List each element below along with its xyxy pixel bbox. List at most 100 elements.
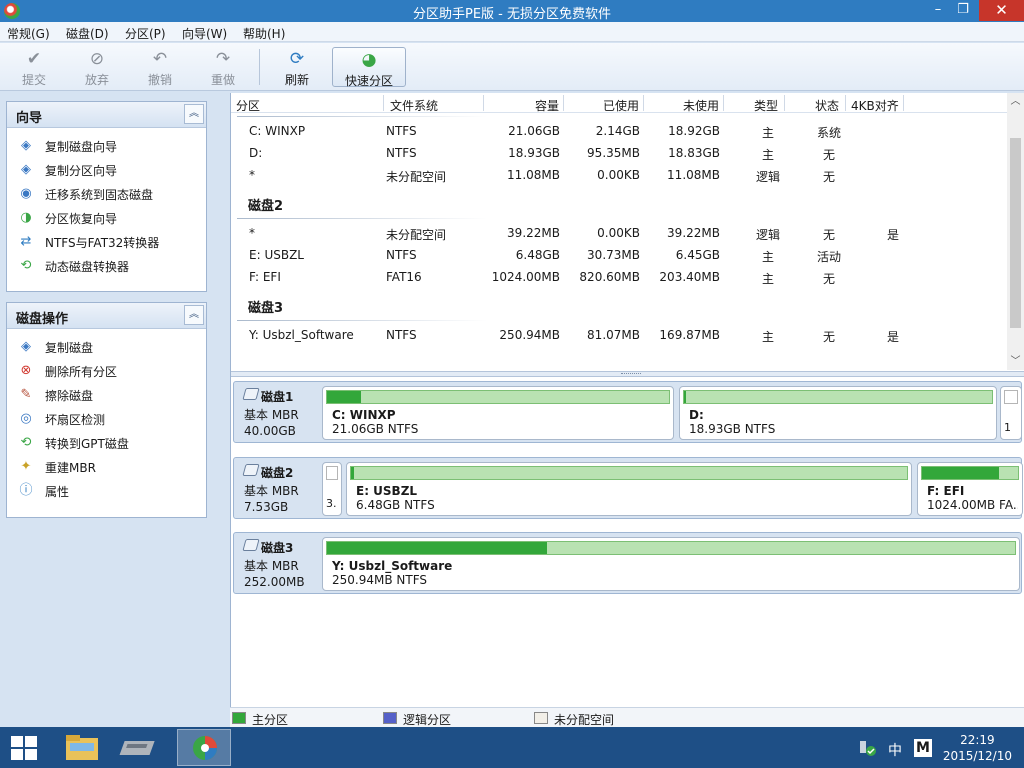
- hardware-taskbar-icon[interactable]: [117, 729, 171, 766]
- menu-general[interactable]: 常规(G): [7, 25, 50, 42]
- copy-disk-icon: ◈: [21, 339, 31, 354]
- col-type[interactable]: 类型: [754, 97, 778, 114]
- partition-row[interactable]: Y: Usbzl_Software NTFS 250.94MB 81.07MB 169.…: [231, 325, 1007, 345]
- usage-bar: [350, 466, 908, 480]
- scroll-up-icon[interactable]: ︿: [1007, 93, 1024, 110]
- cell-capacity: 39.22MB: [507, 226, 560, 240]
- col-free[interactable]: 未使用: [683, 97, 719, 114]
- cell-partition: *: [249, 226, 255, 240]
- partition-block[interactable]: 1: [1000, 386, 1022, 440]
- discard-button[interactable]: ⊘ 放弃: [71, 47, 123, 87]
- cell-partition: D:: [249, 146, 263, 160]
- op-bad-sector[interactable]: ◎ 坏扇区检测: [7, 407, 206, 431]
- col-4kb-align[interactable]: 4KB对齐: [851, 97, 899, 114]
- op-convert-gpt[interactable]: ⟲ 转换到GPT磁盘: [7, 431, 206, 455]
- file-explorer-taskbar-icon[interactable]: [55, 729, 109, 766]
- copy-disk-icon: ◈: [21, 138, 31, 153]
- wizard-copy-partition[interactable]: ◈ 复制分区向导: [7, 158, 206, 182]
- maximize-button[interactable]: ❐: [948, 0, 978, 21]
- partition-block[interactable]: F: EFI 1024.00MB FA...: [917, 462, 1023, 516]
- disk-group-header[interactable]: 磁盘2: [248, 195, 283, 214]
- scroll-thumb[interactable]: [1010, 138, 1021, 328]
- col-status[interactable]: 状态: [815, 97, 839, 114]
- wipe-icon: ✎: [20, 387, 32, 402]
- op-properties[interactable]: ⓘ 属性: [7, 479, 206, 503]
- partition-name: Y: Usbzl_Software: [332, 559, 453, 573]
- disk-group-header[interactable]: 磁盘3: [248, 297, 283, 316]
- quick-partition-button[interactable]: ◕ 快速分区: [332, 47, 406, 88]
- rebuild-mbr-icon: ✦: [20, 459, 32, 474]
- ime-mode-button[interactable]: M: [914, 739, 932, 757]
- partition-block[interactable]: E: USBZL 6.48GB NTFS: [346, 462, 912, 516]
- menu-disk[interactable]: 磁盘(D): [66, 25, 109, 42]
- disk-card[interactable]: 磁盘2 基本 MBR 7.53GB 3. E: USBZL 6.48GB NTFS F: E…: [233, 457, 1023, 519]
- op-item-label: 删除所有分区: [45, 365, 118, 379]
- partition-row[interactable]: * 未分配空间 39.22MB 0.00KB 39.22MB 逻辑 无 是: [231, 223, 1007, 243]
- cell-status: 无: [822, 272, 835, 286]
- disk-info: 磁盘3 基本 MBR 252.00MB: [242, 539, 320, 589]
- unallocated-swatch: [534, 712, 548, 724]
- clock[interactable]: 22:19 2015/12/10: [943, 732, 1012, 764]
- partition-block[interactable]: 3.: [322, 462, 342, 516]
- op-wipe-disk[interactable]: ✎ 擦除磁盘: [7, 383, 206, 407]
- cell-used: 2.14GB: [595, 124, 640, 138]
- op-delete-all[interactable]: ⊗ 删除所有分区: [7, 359, 206, 383]
- partition-assistant-taskbar-icon[interactable]: [177, 729, 231, 766]
- wizard-partition-recovery[interactable]: ◑ 分区恢复向导: [7, 206, 206, 230]
- checkmark-icon: ✔: [26, 49, 42, 69]
- cell-status: 无: [822, 170, 835, 184]
- col-partition[interactable]: 分区: [236, 97, 260, 114]
- start-button[interactable]: [11, 736, 38, 760]
- col-capacity[interactable]: 容量: [535, 97, 559, 114]
- usage-bar: [326, 541, 1016, 555]
- cell-status: 无: [822, 330, 835, 344]
- partition-block[interactable]: Y: Usbzl_Software 250.94MB NTFS: [322, 537, 1020, 591]
- cell-free: 203.40MB: [659, 270, 720, 284]
- scroll-down-icon[interactable]: ﹀: [1007, 353, 1024, 370]
- partition-row[interactable]: D: NTFS 18.93GB 95.35MB 18.83GB 主 无: [231, 143, 1007, 163]
- partition-desc: 3.: [326, 497, 337, 510]
- col-filesystem[interactable]: 文件系统: [390, 97, 438, 114]
- network-icon[interactable]: [858, 739, 878, 760]
- close-button[interactable]: ✕: [979, 0, 1024, 21]
- pane-splitter[interactable]: [231, 371, 1024, 377]
- disk-card[interactable]: 磁盘1 基本 MBR 40.00GB C: WINXP 21.06GB NTFS D: 18…: [233, 381, 1022, 443]
- collapse-wizard-button[interactable]: ︽: [184, 104, 204, 124]
- wizard-migrate-ssd[interactable]: ◉ 迁移系统到固态磁盘: [7, 182, 206, 206]
- partition-block[interactable]: C: WINXP 21.06GB NTFS: [322, 386, 674, 440]
- toolbar: ✔ 提交 ⊘ 放弃 ↶ 撤销 ↷ 重做 ⟳ 刷新 ◕ 快速分区: [0, 43, 1024, 91]
- partition-block[interactable]: D: 18.93GB NTFS: [679, 386, 997, 440]
- wizard-dynamic-disk[interactable]: ⟲ 动态磁盘转换器: [7, 254, 206, 278]
- group-divider: [237, 218, 487, 219]
- cell-free: 11.08MB: [667, 168, 720, 182]
- refresh-label: 刷新: [284, 73, 309, 87]
- wizard-copy-disk[interactable]: ◈ 复制磁盘向导: [7, 134, 206, 158]
- refresh-button[interactable]: ⟳ 刷新: [271, 47, 323, 87]
- commit-button[interactable]: ✔ 提交: [8, 47, 60, 87]
- refresh-icon: ⟳: [289, 49, 305, 69]
- partition-row[interactable]: C: WINXP NTFS 21.06GB 2.14GB 18.92GB 主 系统: [231, 121, 1007, 141]
- wizard-ntfs-fat32[interactable]: ⇄ NTFS与FAT32转换器: [7, 230, 206, 254]
- collapse-disk-ops-button[interactable]: ︽: [184, 305, 204, 325]
- vertical-scrollbar[interactable]: ︿ ﹀: [1007, 93, 1024, 370]
- menu-wizard[interactable]: 向导(W): [182, 25, 227, 42]
- op-item-label: 重建MBR: [45, 461, 96, 475]
- disk-card[interactable]: 磁盘3 基本 MBR 252.00MB Y: Usbzl_Software 250.94…: [233, 532, 1022, 594]
- info-icon: ⓘ: [19, 483, 33, 498]
- ime-indicator[interactable]: 中: [888, 740, 902, 760]
- op-copy-disk[interactable]: ◈ 复制磁盘: [7, 335, 206, 359]
- partition-row[interactable]: F: EFI FAT16 1024.00MB 820.60MB 203.40MB 主 无: [231, 267, 1007, 287]
- op-rebuild-mbr[interactable]: ✦ 重建MBR: [7, 455, 206, 479]
- redo-button[interactable]: ↷ 重做: [197, 47, 249, 87]
- disk-info: 磁盘2 基本 MBR 7.53GB: [242, 464, 320, 514]
- legend-label: 逻辑分区: [403, 713, 452, 727]
- col-used[interactable]: 已使用: [603, 97, 639, 114]
- menu-partition[interactable]: 分区(P): [125, 25, 166, 42]
- partition-row[interactable]: E: USBZL NTFS 6.48GB 30.73MB 6.45GB 主 活动: [231, 245, 1007, 265]
- op-item-label: 坏扇区检测: [45, 413, 106, 427]
- clock-date: 2015/12/10: [942, 749, 1012, 763]
- menu-help[interactable]: 帮助(H): [243, 25, 285, 42]
- undo-button[interactable]: ↶ 撤销: [134, 47, 186, 87]
- partition-row[interactable]: * 未分配空间 11.08MB 0.00KB 11.08MB 逻辑 无: [231, 165, 1007, 185]
- cell-capacity: 1024.00MB: [491, 270, 560, 284]
